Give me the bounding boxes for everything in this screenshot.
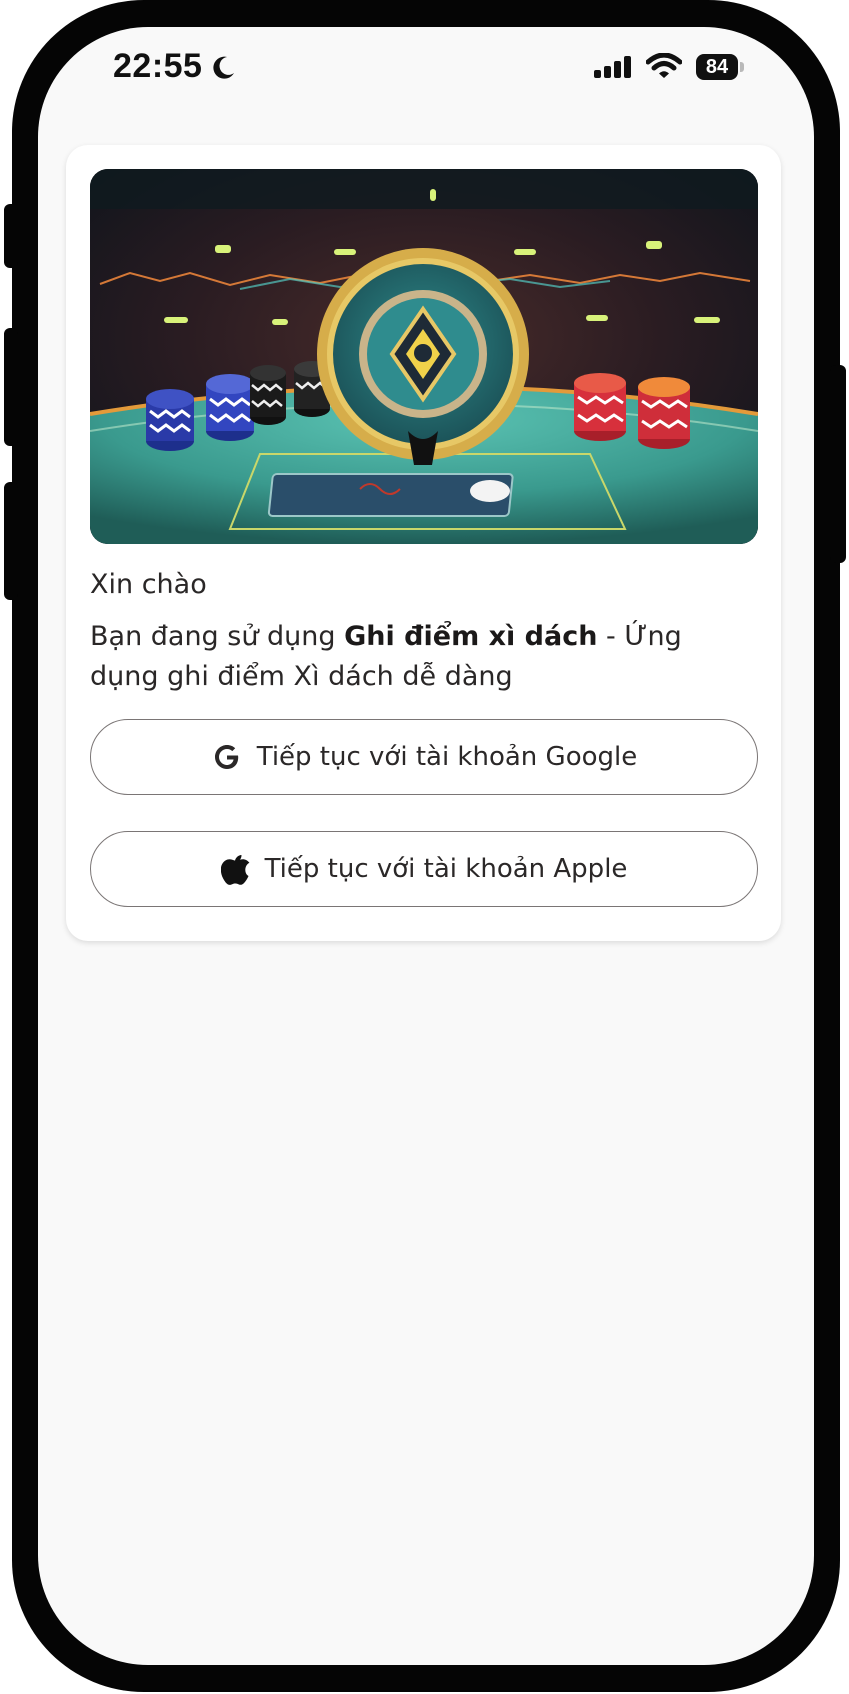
google-login-label: Tiếp tục với tài khoản Google (256, 742, 638, 772)
hero-image (90, 169, 758, 544)
greeting-text: Xin chào (90, 569, 207, 600)
battery-indicator: 84 (696, 54, 738, 80)
power-button (830, 365, 846, 563)
moon-icon (213, 56, 234, 79)
screen: 22:55 84 Xin chào Bạn đang sử dụng Ghi đ… (38, 27, 814, 1665)
battery-cap (740, 62, 744, 72)
apple-login-button[interactable]: Tiếp tục với tài khoản Apple (90, 831, 758, 907)
intro-prefix: Bạn đang sử dụng (90, 621, 345, 652)
google-icon (211, 741, 243, 773)
status-bar: 22:55 84 (38, 27, 814, 117)
volume-up-button (4, 328, 18, 446)
wifi-icon (646, 53, 682, 78)
welcome-card: Xin chào Bạn đang sử dụng Ghi điểm xì dá… (66, 145, 781, 941)
status-time: 22:55 (113, 47, 203, 85)
intro-text: Bạn đang sử dụng Ghi điểm xì dách - Ứng … (90, 617, 758, 697)
google-login-button[interactable]: Tiếp tục với tài khoản Google (90, 719, 758, 795)
action-button (4, 204, 18, 268)
volume-down-button (4, 482, 18, 600)
cellular-signal-icon (594, 56, 631, 78)
apple-login-label: Tiếp tục với tài khoản Apple (264, 854, 628, 884)
app-name: Ghi điểm xì dách (344, 621, 598, 652)
apple-icon (220, 852, 251, 886)
